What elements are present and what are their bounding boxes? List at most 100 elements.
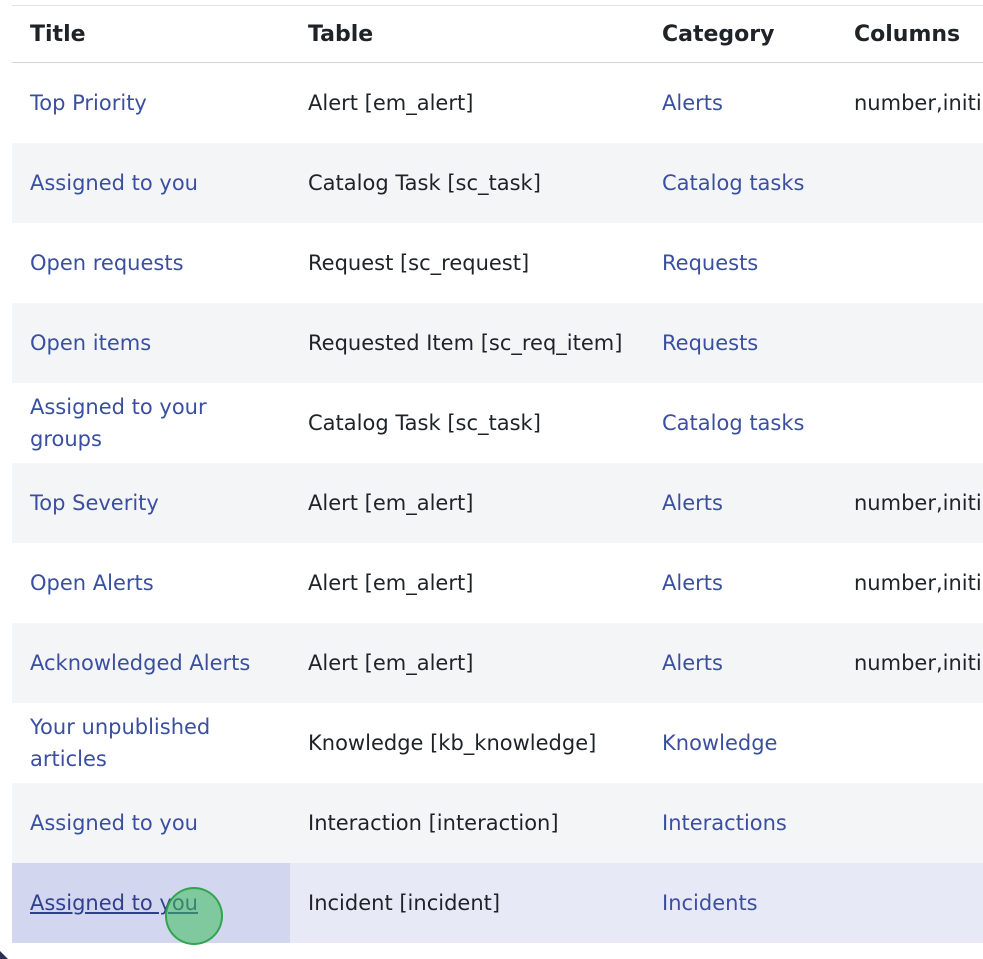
table-row[interactable]: Assigned to your groups Catalog Task [sc…	[12, 382, 983, 463]
header-row: Title Table Category Columns	[12, 6, 983, 63]
column-header-title[interactable]: Title	[12, 6, 290, 63]
records-table: Title Table Category Columns Top Priorit…	[12, 6, 983, 943]
table-name: Knowledge [kb_knowledge]	[308, 730, 597, 755]
category-cell: Alerts	[644, 542, 836, 623]
title-link[interactable]: Open Alerts	[30, 571, 154, 595]
category-link[interactable]: Interactions	[662, 811, 787, 835]
title-link[interactable]: Open requests	[30, 251, 184, 275]
table-row[interactable]: Open Alerts Alert [em_alert] Alerts numb…	[12, 542, 983, 623]
title-link[interactable]: Top Priority	[30, 91, 147, 115]
title-cell: Assigned to your groups	[12, 382, 290, 463]
columns-value: number,initi	[854, 570, 982, 595]
table-row[interactable]: Acknowledged Alerts Alert [em_alert] Ale…	[12, 622, 983, 703]
table-cell: Knowledge [kb_knowledge]	[290, 702, 644, 783]
table-cell: Alert [em_alert]	[290, 542, 644, 623]
title-cell: Assigned to you	[12, 862, 290, 943]
title-cell: Assigned to you	[12, 782, 290, 863]
category-cell: Alerts	[644, 622, 836, 703]
table-cell: Requested Item [sc_req_item]	[290, 302, 644, 383]
title-cell: Open requests	[12, 222, 290, 303]
columns-cell	[836, 142, 983, 223]
table-name: Alert [em_alert]	[308, 90, 474, 115]
table-name: Request [sc_request]	[308, 250, 530, 275]
table-row-selected[interactable]: Assigned to you Incident [incident] Inci…	[12, 862, 983, 943]
category-link[interactable]: Alerts	[662, 491, 723, 515]
table-name: Incident [incident]	[308, 890, 501, 915]
title-link[interactable]: Open items	[30, 331, 151, 355]
title-link[interactable]: Assigned to your groups	[30, 391, 230, 455]
corner-marker	[0, 951, 8, 959]
table-cell: Incident [incident]	[290, 862, 644, 943]
columns-cell: number,initi	[836, 62, 983, 143]
category-link[interactable]: Alerts	[662, 651, 723, 675]
table-cell: Request [sc_request]	[290, 222, 644, 303]
title-link[interactable]: Assigned to you	[30, 171, 198, 195]
table-body: Top Priority Alert [em_alert] Alerts num…	[12, 62, 983, 943]
title-link[interactable]: Acknowledged Alerts	[30, 651, 250, 675]
category-link[interactable]: Catalog tasks	[662, 171, 804, 195]
category-cell: Alerts	[644, 462, 836, 543]
title-cell: Open Alerts	[12, 542, 290, 623]
title-cell: Top Severity	[12, 462, 290, 543]
table-name: Alert [em_alert]	[308, 490, 474, 515]
category-cell: Catalog tasks	[644, 142, 836, 223]
table-row[interactable]: Open requests Request [sc_request] Reque…	[12, 222, 983, 303]
table-cell: Catalog Task [sc_task]	[290, 142, 644, 223]
title-cell: Acknowledged Alerts	[12, 622, 290, 703]
category-cell: Requests	[644, 302, 836, 383]
title-cell: Your unpublished articles	[12, 702, 290, 783]
column-header-category[interactable]: Category	[644, 6, 836, 63]
title-cell: Assigned to you	[12, 142, 290, 223]
columns-cell: number,initi	[836, 622, 983, 703]
category-cell: Alerts	[644, 62, 836, 143]
table-name: Catalog Task [sc_task]	[308, 170, 541, 195]
category-cell: Knowledge	[644, 702, 836, 783]
table-cell: Interaction [interaction]	[290, 782, 644, 863]
table-name: Catalog Task [sc_task]	[308, 410, 541, 435]
columns-cell	[836, 302, 983, 383]
column-header-table[interactable]: Table	[290, 6, 644, 63]
table-row[interactable]: Open items Requested Item [sc_req_item] …	[12, 302, 983, 383]
table-name: Alert [em_alert]	[308, 650, 474, 675]
columns-cell: number,initi	[836, 542, 983, 623]
table-cell: Catalog Task [sc_task]	[290, 382, 644, 463]
category-link[interactable]: Requests	[662, 251, 758, 275]
title-link[interactable]: Assigned to you	[30, 811, 198, 835]
category-link[interactable]: Catalog tasks	[662, 411, 804, 435]
title-link[interactable]: Assigned to you	[30, 891, 198, 915]
table-name: Requested Item [sc_req_item]	[308, 330, 623, 355]
columns-cell	[836, 382, 983, 463]
columns-value: number,initi	[854, 490, 982, 515]
columns-cell	[836, 782, 983, 863]
columns-value: number,initi	[854, 650, 982, 675]
category-link[interactable]: Alerts	[662, 571, 723, 595]
table-name: Interaction [interaction]	[308, 810, 559, 835]
table-row[interactable]: Top Severity Alert [em_alert] Alerts num…	[12, 462, 983, 543]
list-view: Title Table Category Columns Top Priorit…	[0, 0, 983, 959]
table-row[interactable]: Top Priority Alert [em_alert] Alerts num…	[12, 62, 983, 143]
category-cell: Requests	[644, 222, 836, 303]
table-row[interactable]: Your unpublished articles Knowledge [kb_…	[12, 702, 983, 783]
category-cell: Incidents	[644, 862, 836, 943]
columns-cell	[836, 702, 983, 783]
columns-cell: number,initi	[836, 462, 983, 543]
table-row[interactable]: Assigned to you Catalog Task [sc_task] C…	[12, 142, 983, 223]
category-cell: Catalog tasks	[644, 382, 836, 463]
table-row[interactable]: Assigned to you Interaction [interaction…	[12, 782, 983, 863]
table-cell: Alert [em_alert]	[290, 622, 644, 703]
table-cell: Alert [em_alert]	[290, 462, 644, 543]
category-link[interactable]: Knowledge	[662, 731, 777, 755]
columns-cell	[836, 222, 983, 303]
title-link[interactable]: Your unpublished articles	[30, 711, 240, 775]
category-cell: Interactions	[644, 782, 836, 863]
category-link[interactable]: Requests	[662, 331, 758, 355]
table-cell: Alert [em_alert]	[290, 62, 644, 143]
table-header: Title Table Category Columns	[12, 6, 983, 63]
category-link[interactable]: Alerts	[662, 91, 723, 115]
table-name: Alert [em_alert]	[308, 570, 474, 595]
title-link[interactable]: Top Severity	[30, 491, 159, 515]
column-header-columns[interactable]: Columns	[836, 6, 983, 63]
category-link[interactable]: Incidents	[662, 891, 758, 915]
columns-cell	[836, 862, 983, 943]
columns-value: number,initi	[854, 90, 982, 115]
